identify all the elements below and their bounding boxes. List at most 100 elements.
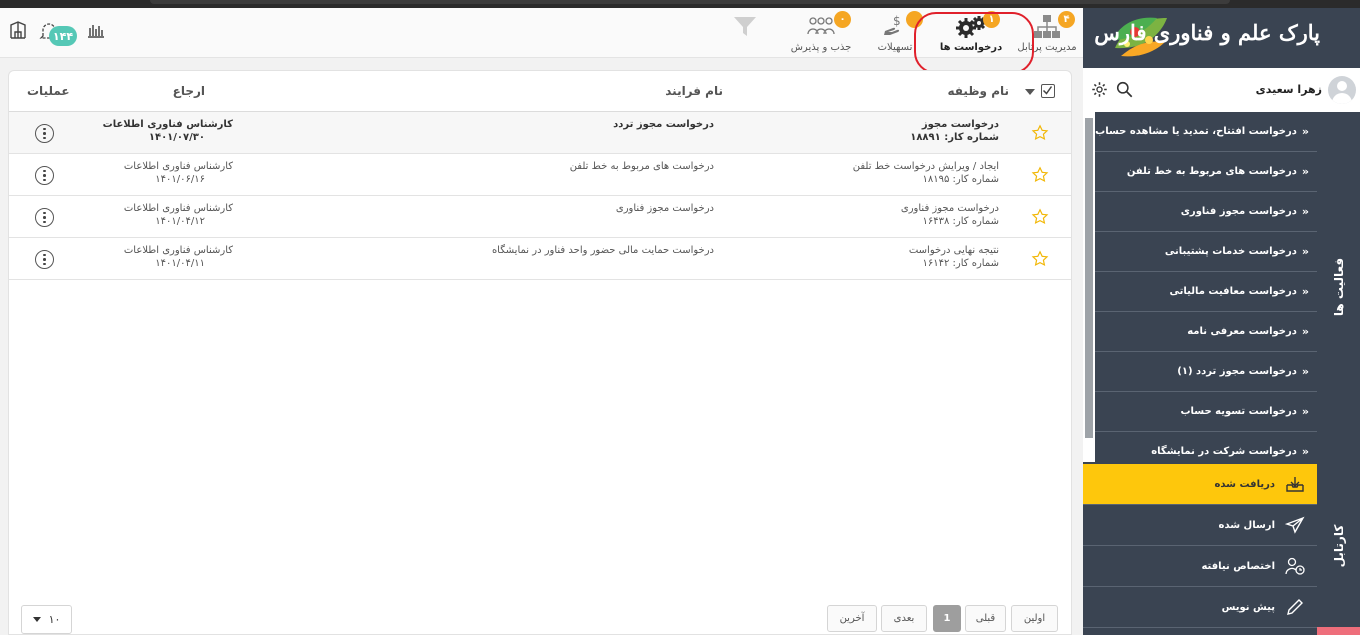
pencil-icon bbox=[1287, 599, 1303, 615]
double-chevron-icon: » bbox=[1301, 285, 1309, 298]
avatar[interactable] bbox=[1328, 76, 1356, 104]
double-chevron-icon: » bbox=[1301, 365, 1309, 378]
more-options-icon[interactable] bbox=[35, 124, 54, 143]
select-all-checkbox[interactable] bbox=[1041, 84, 1055, 98]
task-name: نتیجه نهایی درخواست bbox=[908, 245, 999, 256]
nav-badge: ۴ bbox=[1058, 11, 1075, 28]
nav-label: مدیریت پرتابل bbox=[1017, 42, 1077, 53]
page-size-select[interactable]: ۱۰ bbox=[21, 605, 72, 634]
activity-item[interactable]: درخواست افتتاح، تمدید یا مشاهده حساب این… bbox=[1095, 112, 1317, 152]
double-chevron-icon: » bbox=[1301, 205, 1309, 218]
nav-label: جذب و پذیرش bbox=[790, 42, 852, 53]
tab-cartable[interactable]: کارتابل bbox=[1317, 464, 1360, 627]
task-name: ایجاد / ویرایش درخواست خط تلفن bbox=[852, 161, 999, 172]
table-header: نام وظیفه نام فرایند ارجاع عملیات bbox=[9, 71, 1071, 112]
referral-date: ۱۴۰۱/۰۶/۱۶ bbox=[155, 174, 205, 185]
process-name: درخواست حمایت مالی حضور واحد فناور در نم… bbox=[491, 245, 714, 256]
chart-icon[interactable] bbox=[86, 20, 106, 40]
cartable-item-sent[interactable]: ارسال شده bbox=[1083, 505, 1317, 546]
activity-item[interactable]: درخواست معرفی نامه» bbox=[1095, 312, 1317, 352]
task-name: درخواست مجوز فناوری bbox=[900, 203, 999, 214]
page-size-value: ۱۰ bbox=[48, 613, 61, 626]
cartable-item-unassigned[interactable]: اختصاص نیافته bbox=[1083, 546, 1317, 587]
nav-badge: ۰ bbox=[834, 11, 851, 28]
double-chevron-icon: » bbox=[1301, 125, 1309, 138]
user-bar: زهرا سعیدی bbox=[1083, 68, 1360, 112]
referral-role: کارشناس فناوری اطلاعات bbox=[123, 161, 233, 172]
building-icon[interactable] bbox=[8, 20, 28, 40]
settings-icon[interactable] bbox=[1091, 81, 1108, 101]
star-icon[interactable] bbox=[1031, 166, 1049, 184]
table-row[interactable]: درخواست مجوز فناوری شماره کار: ۱۶۴۳۸ درخ… bbox=[9, 196, 1071, 238]
logo-text: پارک علم و فناوری فارس bbox=[1094, 20, 1320, 45]
task-table-card: نام وظیفه نام فرایند ارجاع عملیات درخواس… bbox=[8, 70, 1072, 635]
right-sidebar: پارک علم و فناوری فارس زهرا سعیدی درخواس… bbox=[1083, 8, 1360, 635]
double-chevron-icon: » bbox=[1301, 405, 1309, 418]
activities-scrollbar[interactable] bbox=[1083, 112, 1095, 462]
more-options-icon[interactable] bbox=[35, 208, 54, 227]
referral-role: کارشناس فناوری اطلاعات bbox=[123, 203, 233, 214]
chevron-down-icon bbox=[32, 617, 41, 622]
notification-count-badge[interactable]: ۱۴۴ bbox=[49, 26, 77, 46]
job-number: شماره کار: ۱۸۱۹۵ bbox=[922, 174, 1000, 185]
user-clock-icon bbox=[1285, 557, 1305, 575]
window-top-strip bbox=[0, 0, 1360, 8]
star-icon[interactable] bbox=[1031, 208, 1049, 226]
double-chevron-icon: » bbox=[1301, 245, 1309, 258]
activity-item[interactable]: درخواست های مربوط به خط تلفن» bbox=[1095, 152, 1317, 192]
svg-text:$: $ bbox=[893, 15, 901, 28]
more-options-icon[interactable] bbox=[35, 250, 54, 269]
task-name: درخواست مجوز bbox=[921, 119, 999, 130]
hand-money-icon: $ bbox=[881, 14, 909, 40]
send-icon bbox=[1285, 516, 1305, 534]
job-number: شماره کار: ۱۶۱۴۲ bbox=[922, 258, 1000, 269]
double-chevron-icon: » bbox=[1301, 165, 1309, 178]
org-chart-icon bbox=[1033, 14, 1061, 40]
inbox-icon bbox=[1286, 477, 1304, 492]
process-name: درخواست مجوز فناوری bbox=[615, 203, 714, 214]
first-page-button[interactable]: اولین bbox=[1011, 605, 1058, 632]
activity-item[interactable]: درخواست معافیت مالیاتی» bbox=[1095, 272, 1317, 312]
people-group-icon bbox=[805, 14, 837, 40]
double-chevron-icon: » bbox=[1301, 445, 1309, 458]
job-number: شماره کار: ۱۶۴۳۸ bbox=[922, 216, 1000, 227]
referral-role: کارشناس فناوری اطلاعات bbox=[102, 119, 233, 130]
activity-item[interactable]: درخواست مجوز تردد (۱)» bbox=[1095, 352, 1317, 392]
nav-label: تسهیلات bbox=[877, 42, 913, 53]
cartable-item-received[interactable]: دریافت شده bbox=[1083, 464, 1317, 505]
referral-role: کارشناس فناوری اطلاعات bbox=[123, 245, 233, 256]
activity-item[interactable]: درخواست مجوز فناوری» bbox=[1095, 192, 1317, 232]
last-page-button[interactable]: آخرین bbox=[827, 605, 877, 632]
referral-date: ۱۴۰۱/۰۴/۱۲ bbox=[155, 216, 205, 227]
activity-item[interactable]: درخواست تسویه حساب» bbox=[1095, 392, 1317, 432]
cartable-list: دریافت شده ارسال شده اختصاص نیافته پیش ن… bbox=[1083, 464, 1317, 628]
current-page-button[interactable]: 1 bbox=[933, 605, 961, 632]
next-page-button[interactable]: بعدی bbox=[881, 605, 927, 632]
referral-date: ۱۴۰۱/۰۷/۳۰ bbox=[148, 132, 205, 143]
star-icon[interactable] bbox=[1031, 250, 1049, 268]
bottom-accent-bar bbox=[1317, 627, 1360, 635]
filter-icon[interactable] bbox=[732, 14, 758, 40]
star-icon[interactable] bbox=[1031, 124, 1049, 142]
activity-item[interactable]: درخواست خدمات پشتیبانی» bbox=[1095, 232, 1317, 272]
prev-page-button[interactable]: قبلی bbox=[965, 605, 1006, 632]
job-number: شماره کار: ۱۸۸۹۱ bbox=[910, 132, 999, 143]
search-icon[interactable] bbox=[1116, 81, 1133, 101]
double-chevron-icon: » bbox=[1301, 325, 1309, 338]
column-header-task[interactable]: نام وظیفه bbox=[947, 84, 1009, 98]
activity-item[interactable]: درخواست شرکت در نمایشگاه» bbox=[1095, 432, 1317, 462]
logo[interactable]: پارک علم و فناوری فارس bbox=[1083, 8, 1360, 68]
table-row[interactable]: درخواست مجوز شماره کار: ۱۸۸۹۱ درخواست مج… bbox=[9, 112, 1071, 154]
process-name: درخواست های مربوط به خط تلفن bbox=[569, 161, 714, 172]
column-header-referral[interactable]: ارجاع bbox=[173, 84, 205, 98]
column-header-process[interactable]: نام فرایند bbox=[665, 84, 723, 98]
process-name: درخواست مجوز تردد bbox=[613, 119, 714, 130]
tab-activities[interactable]: فعالیت ها bbox=[1317, 112, 1360, 462]
more-options-icon[interactable] bbox=[35, 166, 54, 185]
activities-list: درخواست افتتاح، تمدید یا مشاهده حساب این… bbox=[1095, 112, 1317, 462]
chevron-down-icon[interactable] bbox=[1025, 89, 1035, 95]
top-header: ۱۴۴ جذب و پذیرش ۰ $ تسهیلات درخواست ها ۱… bbox=[0, 8, 1083, 74]
table-row[interactable]: نتیجه نهایی درخواست شماره کار: ۱۶۱۴۲ درخ… bbox=[9, 238, 1071, 280]
table-row[interactable]: ایجاد / ویرایش درخواست خط تلفن شماره کار… bbox=[9, 154, 1071, 196]
cartable-item-drafts[interactable]: پیش نویس bbox=[1083, 587, 1317, 628]
